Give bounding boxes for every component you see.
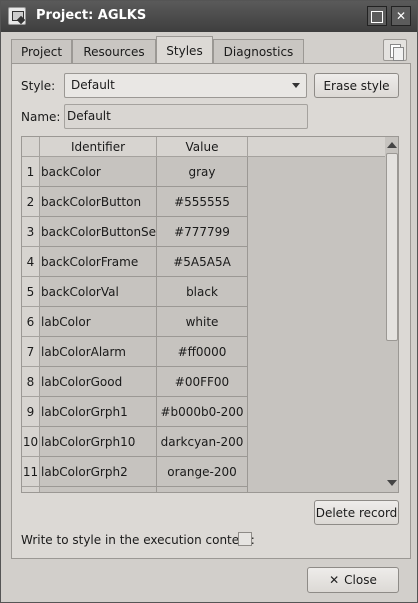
identifier-cell[interactable]: backColorVal [40, 277, 157, 307]
row-number: 11 [22, 457, 40, 487]
table-row[interactable]: 5 backColorVal black [22, 277, 248, 307]
value-cell[interactable]: darkcyan-200 [157, 427, 248, 457]
table-row[interactable]: 8 labColorGood #00FF00 [22, 367, 248, 397]
tab-diagnostics[interactable]: Diagnostics [213, 39, 304, 64]
row-number-header [22, 137, 40, 157]
table-row[interactable]: 1 backColor gray [22, 157, 248, 187]
row-number [22, 487, 40, 492]
identifier-cell[interactable]: labColor [40, 307, 157, 337]
row-number: 4 [22, 247, 40, 277]
window-title: Project: AGLKS [36, 8, 147, 23]
tab-resources[interactable]: Resources [72, 39, 156, 64]
style-selected-value: Default [71, 78, 115, 92]
table-row-partial[interactable] [22, 487, 248, 492]
scrollbar-thumb[interactable] [386, 153, 398, 341]
vertical-scrollbar[interactable] [385, 137, 398, 492]
title-bar[interactable]: Project: AGLKS ✕ [1, 1, 417, 32]
chevron-down-icon [292, 83, 300, 88]
header-filler [248, 137, 385, 157]
identifier-cell[interactable]: labColorGood [40, 367, 157, 397]
value-cell[interactable]: #555555 [157, 187, 248, 217]
value-cell[interactable]: #00FF00 [157, 367, 248, 397]
identifier-cell[interactable]: backColorFrame [40, 247, 157, 277]
close-button[interactable]: ✕ Close [307, 567, 399, 593]
value-cell[interactable]: #ff0000 [157, 337, 248, 367]
identifier-cell[interactable]: labColorGrph1 [40, 397, 157, 427]
row-number: 7 [22, 337, 40, 367]
row-number: 1 [22, 157, 40, 187]
table-row[interactable]: 3 backColorButtonSel #777799 [22, 217, 248, 247]
value-cell[interactable]: #b000b0-200 [157, 397, 248, 427]
close-icon: ✕ [329, 573, 340, 587]
close-button-label: Close [344, 573, 377, 587]
value-cell[interactable]: white [157, 307, 248, 337]
table-row[interactable]: 2 backColorButton #555555 [22, 187, 248, 217]
identifier-cell[interactable]: backColor [40, 157, 157, 187]
value-cell[interactable]: black [157, 277, 248, 307]
row-number: 3 [22, 217, 40, 247]
value-cell[interactable] [157, 487, 248, 492]
row-number: 6 [22, 307, 40, 337]
maximize-button[interactable] [367, 6, 387, 26]
table-row[interactable]: 10 labColorGrph10 darkcyan-200 [22, 427, 248, 457]
name-field[interactable]: Default [64, 104, 308, 129]
row-number: 5 [22, 277, 40, 307]
value-cell[interactable]: #5A5A5A [157, 247, 248, 277]
value-cell[interactable]: #777799 [157, 217, 248, 247]
value-column-header[interactable]: Value [157, 137, 248, 157]
table-row[interactable]: 11 labColorGrph2 orange-200 [22, 457, 248, 487]
style-combobox[interactable]: Default [64, 73, 307, 98]
tab-project[interactable]: Project [11, 39, 72, 64]
table-row[interactable]: 4 backColorFrame #5A5A5A [22, 247, 248, 277]
delete-record-button[interactable]: Delete record [314, 500, 399, 525]
row-number: 10 [22, 427, 40, 457]
row-number: 2 [22, 187, 40, 217]
table-row[interactable]: 6 labColor white [22, 307, 248, 337]
identifier-cell[interactable]: labColorGrph10 [40, 427, 157, 457]
tab-styles[interactable]: Styles [156, 36, 213, 64]
write-context-checkbox[interactable] [238, 532, 252, 546]
value-cell[interactable]: gray [157, 157, 248, 187]
table-row[interactable]: 9 labColorGrph1 #b000b0-200 [22, 397, 248, 427]
copy-icon[interactable] [383, 39, 407, 61]
project-dialog: Project: AGLKS ✕ Project Resources Style… [0, 0, 418, 603]
row-number: 9 [22, 397, 40, 427]
styles-table[interactable]: Identifier Value 1 backColor gray 2 back… [21, 136, 399, 493]
identifier-cell[interactable]: backColorButton [40, 187, 157, 217]
style-label: Style: [21, 79, 56, 93]
scroll-up-arrow-icon[interactable] [387, 142, 397, 148]
value-cell[interactable]: orange-200 [157, 457, 248, 487]
name-label: Name: [21, 110, 61, 124]
identifier-column-header[interactable]: Identifier [40, 137, 157, 157]
table-row[interactable]: 7 labColorAlarm #ff0000 [22, 337, 248, 367]
close-window-button[interactable]: ✕ [391, 6, 411, 26]
app-icon [8, 7, 26, 25]
identifier-cell[interactable] [40, 487, 157, 492]
row-number: 8 [22, 367, 40, 397]
scroll-down-arrow-icon[interactable] [387, 480, 397, 486]
erase-style-button[interactable]: Erase style [314, 73, 399, 98]
identifier-cell[interactable]: backColorButtonSel [40, 217, 157, 247]
identifier-cell[interactable]: labColorGrph2 [40, 457, 157, 487]
write-context-label: Write to style in the execution context: [21, 533, 255, 547]
identifier-cell[interactable]: labColorAlarm [40, 337, 157, 367]
